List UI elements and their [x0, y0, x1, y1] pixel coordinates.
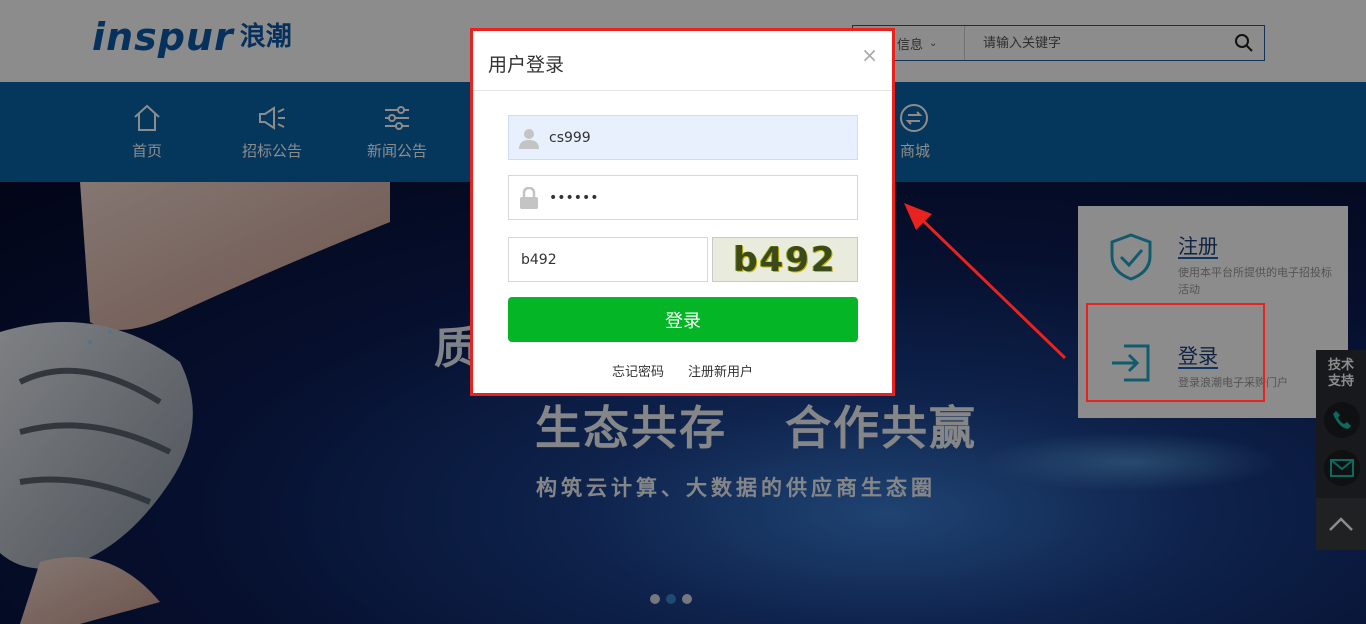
username-input[interactable] — [549, 116, 857, 159]
lock-icon — [509, 176, 549, 219]
login-dialog-header: 用户登录 × — [473, 31, 892, 91]
login-dialog-links: 忘记密码 注册新用户 — [473, 361, 892, 380]
password-input[interactable] — [549, 176, 857, 219]
login-button[interactable]: 登录 — [508, 297, 858, 342]
password-field[interactable] — [508, 175, 858, 220]
username-field[interactable] — [508, 115, 858, 160]
close-icon[interactable]: × — [861, 45, 878, 65]
forgot-password-link[interactable]: 忘记密码 — [612, 361, 664, 380]
annotation-highlight-box — [1086, 303, 1265, 402]
annotation-arrow-icon — [904, 203, 1067, 360]
captcha-image-text: b492 — [733, 239, 837, 280]
login-dialog: 用户登录 × b492 登录 忘记密码 注册新用户 — [470, 28, 895, 396]
login-dialog-title: 用户登录 — [488, 54, 565, 76]
captcha-image[interactable]: b492 — [712, 237, 858, 282]
user-icon — [509, 116, 549, 159]
captcha-input[interactable] — [508, 237, 708, 282]
register-new-user-link[interactable]: 注册新用户 — [688, 361, 753, 380]
